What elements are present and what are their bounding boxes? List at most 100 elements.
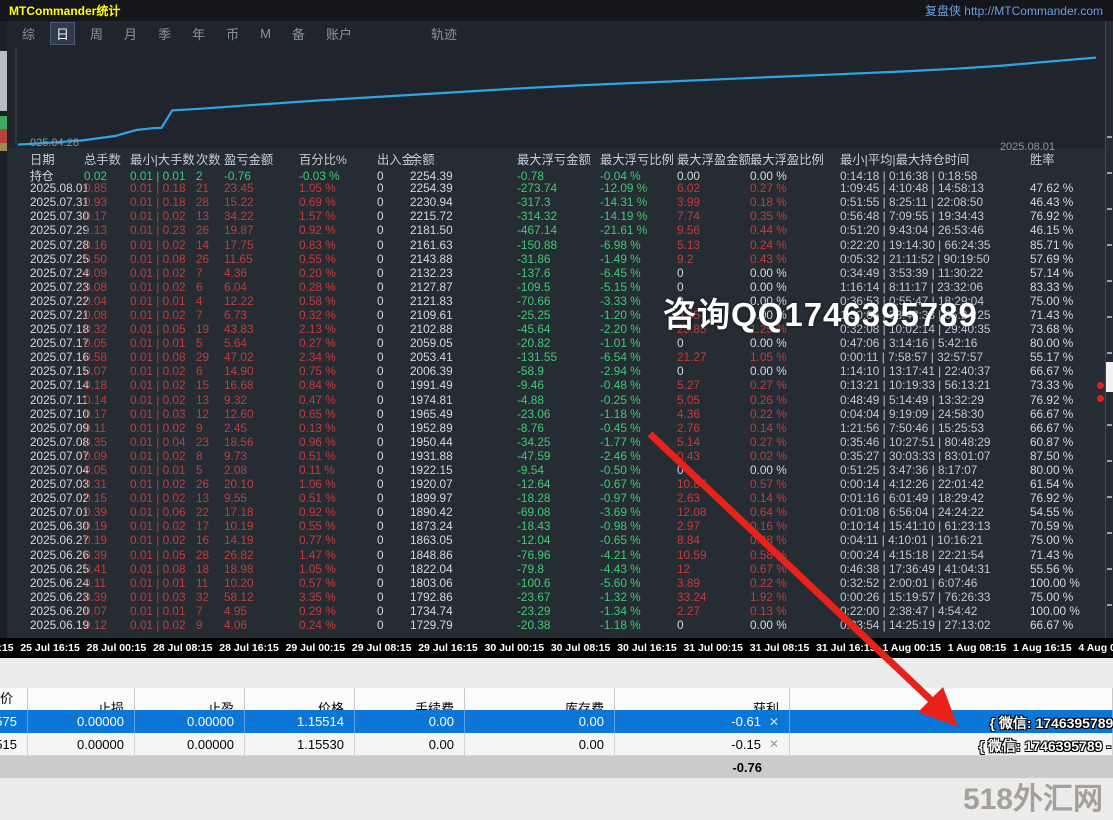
- stats-cell: 0.47 %: [299, 393, 377, 407]
- order-row-selected[interactable]: 55750.000000.000001.155140.000.00-0.61✕: [0, 710, 1113, 733]
- menu-item-年[interactable]: 年: [186, 22, 211, 45]
- stats-cell: 0.01 | 0.08: [130, 350, 196, 364]
- stats-cell: -14.19 %: [600, 209, 677, 223]
- stats-cell: 1848.86: [410, 548, 517, 562]
- stats-cell: 0.39: [84, 505, 130, 519]
- stats-cell: 26: [196, 252, 224, 266]
- stats-cell: 34.22: [224, 209, 299, 223]
- stats-row[interactable]: 2025.07.280.160.01 | 0.021417.750.83 %02…: [0, 237, 1113, 251]
- stats-header: 最大浮盈比例: [750, 150, 840, 168]
- stats-row[interactable]: 2025.07.170.050.01 | 0.0155.640.27 %0205…: [0, 336, 1113, 350]
- menu-item-M[interactable]: M: [254, 24, 277, 43]
- order-row[interactable]: 55150.000000.000001.155300.000.00-0.15✕: [0, 733, 1113, 756]
- stats-cell: 7: [196, 266, 224, 280]
- stats-row[interactable]: 2025.07.240.090.01 | 0.0274.360.20 %0213…: [0, 266, 1113, 280]
- menu-item-备[interactable]: 备: [286, 22, 311, 45]
- menu-item-综[interactable]: 综: [16, 22, 41, 45]
- stats-row[interactable]: 2025.07.040.050.01 | 0.0152.080.11 %0192…: [0, 463, 1113, 477]
- stats-row[interactable]: 2025.07.310.930.01 | 0.182815.220.69 %02…: [0, 195, 1113, 209]
- stats-row[interactable]: 2025.07.300.170.01 | 0.021334.221.57 %02…: [0, 209, 1113, 223]
- scrollbar-mark: [1107, 136, 1112, 138]
- stats-cell: 0:10:14 | 15:41:10 | 61:23:13: [840, 519, 1030, 533]
- stats-row[interactable]: 2025.07.291.130.01 | 0.232619.870.92 %02…: [0, 223, 1113, 237]
- stats-cell: 2.13 %: [299, 322, 377, 336]
- menu-item-季[interactable]: 季: [152, 22, 177, 45]
- right-scrollbar[interactable]: [1105, 21, 1113, 638]
- stats-row[interactable]: 2025.07.010.390.01 | 0.062217.180.92 %01…: [0, 505, 1113, 519]
- stats-row[interactable]: 2025.07.250.500.01 | 0.082611.650.55 %02…: [0, 252, 1113, 266]
- stats-cell: 2006.39: [410, 364, 517, 378]
- stats-cell: 0: [377, 195, 410, 209]
- menu-item-币[interactable]: 币: [220, 22, 245, 45]
- stats-row[interactable]: 2025.07.030.310.01 | 0.022620.101.06 %01…: [0, 477, 1113, 491]
- stats-cell: 1.13: [84, 223, 130, 237]
- stats-cell: 46.15 %: [1030, 223, 1113, 237]
- stats-row[interactable]: 2025.06.270.190.01 | 0.021614.190.77 %01…: [0, 533, 1113, 547]
- stats-cell: 0.01 | 0.05: [130, 322, 196, 336]
- menu-item-轨迹[interactable]: 轨迹: [425, 22, 463, 45]
- stats-row[interactable]: 2025.07.070.090.01 | 0.0289.730.51 %0193…: [0, 449, 1113, 463]
- stats-cell: 0.31: [84, 477, 130, 491]
- stats-row[interactable]: 2025.07.090.110.01 | 0.0292.450.13 %0195…: [0, 421, 1113, 435]
- stats-row[interactable]: 2025.06.230.390.01 | 0.033258.123.35 %01…: [0, 590, 1113, 604]
- stats-row[interactable]: 2025.07.150.070.01 | 0.02614.900.75 %020…: [0, 364, 1113, 378]
- order-cell: 0.00000: [28, 710, 135, 733]
- stats-cell: 2025.06.25: [30, 562, 84, 576]
- stats-row[interactable]: 2025.07.100.170.01 | 0.031212.600.65 %01…: [0, 407, 1113, 421]
- scrollbar-mark: [1107, 172, 1112, 174]
- stats-row[interactable]: 2025.06.200.070.01 | 0.0174.950.29 %0173…: [0, 604, 1113, 618]
- close-order-icon[interactable]: ✕: [769, 715, 779, 729]
- stats-row[interactable]: 2025.06.300.190.01 | 0.021710.190.55 %01…: [0, 519, 1113, 533]
- scrollbar-thumb[interactable]: [1106, 362, 1113, 392]
- menu-item-月[interactable]: 月: [118, 22, 143, 45]
- stats-cell: 0.14 %: [750, 421, 840, 435]
- stats-cell: -69.08: [517, 505, 600, 519]
- stats-cell: 2025.06.26: [30, 548, 84, 562]
- brand-link[interactable]: 复盘侠 http://MTCommander.com: [925, 2, 1103, 19]
- stats-cell: 6.73: [224, 308, 299, 322]
- menu-item-周[interactable]: 周: [84, 22, 109, 45]
- stats-row[interactable]: 2025.07.020.150.01 | 0.02139.550.51 %018…: [0, 491, 1113, 505]
- stats-cell: 0:13:21 | 10:19:33 | 56:13:21: [840, 378, 1030, 392]
- stats-cell: 0: [377, 294, 410, 308]
- orders-header-row: 价格止损止盈价格手续费库存费获利: [0, 688, 1113, 710]
- stats-cell: 1.92 %: [750, 590, 840, 604]
- stats-row[interactable]: 2025.07.080.350.01 | 0.042318.560.96 %01…: [0, 435, 1113, 449]
- stats-cell: 100.00 %: [1030, 576, 1113, 590]
- stats-cell: 2254.39: [410, 181, 517, 195]
- stats-cell: 12.22: [224, 294, 299, 308]
- stats-cell: -9.54: [517, 463, 600, 477]
- stats-row[interactable]: 2025.07.160.580.01 | 0.082947.022.34 %02…: [0, 350, 1113, 364]
- stats-row[interactable]: 2025.07.110.140.01 | 0.02139.320.47 %019…: [0, 393, 1113, 407]
- stats-cell: 0.01 | 0.02: [130, 449, 196, 463]
- stats-row[interactable]: 2025.08.010.850.01 | 0.182123.451.05 %02…: [0, 181, 1113, 195]
- stats-cell: 1920.07: [410, 477, 517, 491]
- stats-cell: 76.92 %: [1030, 209, 1113, 223]
- stats-cell: 28: [196, 195, 224, 209]
- stats-cell: 22: [196, 505, 224, 519]
- stats-row-position[interactable]: 持仓0.020.01 | 0.012-0.76-0.03 %02254.39-0…: [0, 167, 1113, 181]
- stats-row[interactable]: 2025.07.140.180.01 | 0.021516.680.84 %01…: [0, 378, 1113, 392]
- stats-cell: 0.28 %: [299, 280, 377, 294]
- stats-cell: 0.05: [84, 336, 130, 350]
- axis-tick-label: 28 Jul 08:15: [153, 642, 213, 654]
- stats-cell: 0.01 | 0.02: [130, 364, 196, 378]
- stats-cell: 0: [377, 322, 410, 336]
- stats-row[interactable]: 2025.06.240.110.01 | 0.011110.200.57 %01…: [0, 576, 1113, 590]
- menu-item-日[interactable]: 日: [50, 22, 75, 45]
- equity-chart[interactable]: [0, 45, 1113, 148]
- stats-cell: 0: [377, 364, 410, 378]
- menu-item-账户[interactable]: 账户: [320, 22, 358, 45]
- stats-cell: 1922.15: [410, 463, 517, 477]
- stats-cell: 0:22:00 | 2:38:47 | 4:54:42: [840, 604, 1030, 618]
- stats-cell: 5: [196, 463, 224, 477]
- stats-row[interactable]: 2025.06.260.390.01 | 0.052826.821.47 %01…: [0, 548, 1113, 562]
- order-cell: 0.00: [465, 733, 615, 755]
- close-order-icon[interactable]: ✕: [769, 737, 779, 751]
- stats-row[interactable]: 2025.06.250.410.01 | 0.081818.981.05 %01…: [0, 562, 1113, 576]
- stats-cell: -1.34 %: [600, 604, 677, 618]
- stats-cell: 2109.61: [410, 308, 517, 322]
- stats-row[interactable]: 2025.06.190.120.01 | 0.0294.060.24 %0172…: [0, 618, 1113, 632]
- scrollbar-mark: [1107, 496, 1112, 498]
- stats-cell: 66.67 %: [1030, 618, 1113, 632]
